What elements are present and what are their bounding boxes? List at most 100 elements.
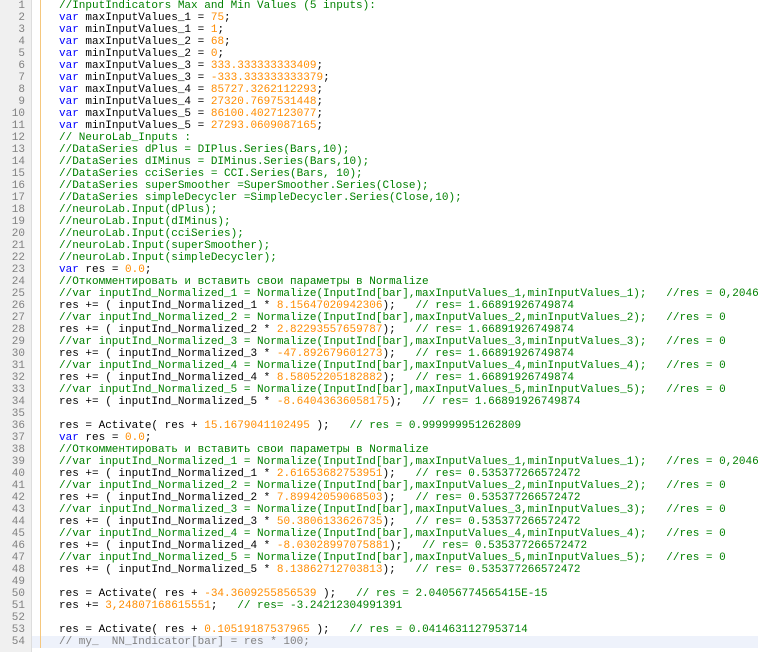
token-ident: maxInputValues_4 <box>79 84 198 96</box>
token-op: ); <box>382 492 415 504</box>
token-ident: minInputValues_2 <box>79 48 198 60</box>
indent-guide <box>40 420 41 432</box>
code-line[interactable]: var maxInputValues_2 = 68; <box>32 36 758 48</box>
code-line[interactable]: var minInputValues_4 = 27320.7697531448; <box>32 96 758 108</box>
line-number: 36 <box>0 420 25 432</box>
line-number: 5 <box>0 48 25 60</box>
code-line[interactable]: //var inputInd_Normalized_1 = Normalize(… <box>32 456 758 468</box>
code-line[interactable]: //InputIndicators Max and Min Values (5 … <box>32 0 758 12</box>
code-line[interactable] <box>32 408 758 420</box>
indent-guide <box>40 264 41 276</box>
code-line[interactable]: //var inputInd_Normalized_5 = Normalize(… <box>32 552 758 564</box>
indent-guide <box>40 216 41 228</box>
token-op: ); <box>316 588 356 600</box>
code-line[interactable]: var maxInputValues_4 = 85727.3262112293; <box>32 84 758 96</box>
code-line[interactable]: //neuroLab.Input(dPlus); <box>32 204 758 216</box>
code-line[interactable]: var minInputValues_2 = 0; <box>32 48 758 60</box>
token-comment: //DataSeries cciSeries = CCI.Series(Bars… <box>59 168 363 180</box>
code-line[interactable]: //Откомментировать и вставить свои парам… <box>32 444 758 456</box>
code-line[interactable]: //neuroLab.Input(cciSeries); <box>32 228 758 240</box>
code-line[interactable]: res = Activate( res + 15.1679041102495 )… <box>32 420 758 432</box>
token-num: 3,24807168615551 <box>105 600 211 612</box>
code-line[interactable]: res += ( inputInd_Normalized_5 * 8.13862… <box>32 564 758 576</box>
token-kw: var <box>59 84 79 96</box>
token-ident: res <box>79 432 112 444</box>
token-kw: var <box>59 96 79 108</box>
code-line[interactable] <box>32 612 758 624</box>
code-line[interactable]: var res = 0.0; <box>32 264 758 276</box>
token-ident: inputInd_Normalized_5 <box>118 564 263 576</box>
token-comment: //InputIndicators Max and Min Values (5 … <box>59 0 376 12</box>
token-op: * <box>264 348 277 360</box>
line-number: 50 <box>0 588 25 600</box>
code-line[interactable]: // NeuroLab_Inputs : <box>32 132 758 144</box>
code-line[interactable]: var maxInputValues_3 = 333.333333333409; <box>32 60 758 72</box>
token-ident: res <box>165 588 191 600</box>
code-line[interactable]: //var inputInd_Normalized_1 = Normalize(… <box>32 288 758 300</box>
code-line[interactable]: res += ( inputInd_Normalized_1 * 2.61653… <box>32 468 758 480</box>
code-editor[interactable]: //InputIndicators Max and Min Values (5 … <box>32 0 758 652</box>
code-line[interactable]: //neuroLab.Input(simpleDecycler); <box>32 252 758 264</box>
indent-guide <box>40 312 41 324</box>
code-line[interactable]: //DataSeries cciSeries = CCI.Series(Bars… <box>32 168 758 180</box>
token-op: ; <box>217 48 224 60</box>
code-line[interactable]: //DataSeries superSmoother =SuperSmoothe… <box>32 180 758 192</box>
code-line[interactable]: var minInputValues_1 = 1; <box>32 24 758 36</box>
indent-guide <box>40 108 41 120</box>
code-line[interactable]: res += ( inputInd_Normalized_2 * 7.89942… <box>32 492 758 504</box>
code-line[interactable]: res += ( inputInd_Normalized_5 * -8.6404… <box>32 396 758 408</box>
code-line[interactable]: //var inputInd_Normalized_5 = Normalize(… <box>32 384 758 396</box>
code-line[interactable]: var minInputValues_3 = -333.333333333379… <box>32 72 758 84</box>
token-op: += ( <box>85 396 118 408</box>
token-comment: // res= 0.535377266572472 <box>416 516 581 528</box>
code-line[interactable]: res = Activate( res + -34.3609255856539 … <box>32 588 758 600</box>
code-line[interactable]: //neuroLab.Input(superSmoother); <box>32 240 758 252</box>
code-line[interactable]: res += ( inputInd_Normalized_3 * 50.3806… <box>32 516 758 528</box>
line-number: 35 <box>0 408 25 420</box>
code-line[interactable]: //var inputInd_Normalized_4 = Normalize(… <box>32 528 758 540</box>
line-number: 47 <box>0 552 25 564</box>
indent-guide <box>40 492 41 504</box>
code-line[interactable]: //var inputInd_Normalized_3 = Normalize(… <box>32 336 758 348</box>
token-op: * <box>264 324 277 336</box>
code-line[interactable]: res += ( inputInd_Normalized_4 * -8.0302… <box>32 540 758 552</box>
line-number: 26 <box>0 300 25 312</box>
code-line[interactable]: // my_ NN_Indicator[bar] = res * 100; <box>32 636 758 648</box>
code-line[interactable] <box>32 576 758 588</box>
code-line[interactable]: //DataSeries dPlus = DIPlus.Series(Bars,… <box>32 144 758 156</box>
code-line[interactable]: //neuroLab.Input(dIMinus); <box>32 216 758 228</box>
code-line[interactable]: var maxInputValues_1 = 75; <box>32 12 758 24</box>
token-ident: res <box>59 624 85 636</box>
token-op: * <box>264 396 277 408</box>
token-num: 27320.7697531448 <box>211 96 317 108</box>
token-ident: Activate <box>99 588 152 600</box>
code-line[interactable]: var res = 0.0; <box>32 432 758 444</box>
code-line[interactable]: //var inputInd_Normalized_3 = Normalize(… <box>32 504 758 516</box>
line-number: 25 <box>0 288 25 300</box>
code-line[interactable]: //var inputInd_Normalized_4 = Normalize(… <box>32 360 758 372</box>
code-line[interactable]: var maxInputValues_5 = 86100.4027123077; <box>32 108 758 120</box>
code-line[interactable]: res += ( inputInd_Normalized_3 * -47.892… <box>32 348 758 360</box>
indent-guide <box>40 588 41 600</box>
code-line[interactable]: res += 3,24807168615551; // res= -3.2421… <box>32 600 758 612</box>
code-line[interactable]: res += ( inputInd_Normalized_1 * 8.15647… <box>32 300 758 312</box>
token-comment: // res= 0.535377266572472 <box>416 564 581 576</box>
code-line[interactable]: //DataSeries dIMinus = DIMinus.Series(Ba… <box>32 156 758 168</box>
code-line[interactable]: //Откомментировать и вставить свои парам… <box>32 276 758 288</box>
code-line[interactable]: //var inputInd_Normalized_2 = Normalize(… <box>32 312 758 324</box>
token-comment: //var inputInd_Normalized_3 = Normalize(… <box>59 504 726 516</box>
code-line[interactable]: //var inputInd_Normalized_2 = Normalize(… <box>32 480 758 492</box>
indent-guide <box>40 300 41 312</box>
line-number: 27 <box>0 312 25 324</box>
code-line[interactable]: res += ( inputInd_Normalized_2 * 2.82293… <box>32 324 758 336</box>
token-op: * <box>264 300 277 312</box>
token-op: * <box>264 540 277 552</box>
indent-guide <box>40 336 41 348</box>
code-line[interactable]: var minInputValues_5 = 27293.0609087165; <box>32 120 758 132</box>
code-line[interactable]: //DataSeries simpleDecycler =SimpleDecyc… <box>32 192 758 204</box>
token-comment: //Откомментировать и вставить свои парам… <box>59 276 429 288</box>
code-line[interactable]: res += ( inputInd_Normalized_4 * 8.58052… <box>32 372 758 384</box>
token-ident: res <box>59 396 85 408</box>
token-ident: res <box>59 300 85 312</box>
code-line[interactable]: res = Activate( res + 0.10519187537965 )… <box>32 624 758 636</box>
